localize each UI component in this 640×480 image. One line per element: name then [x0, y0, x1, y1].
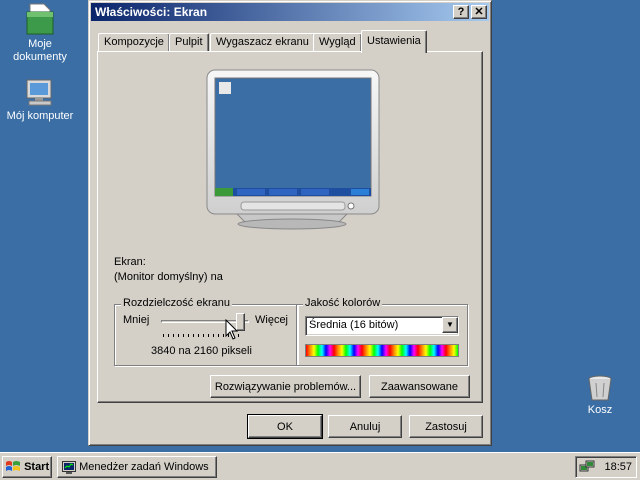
- advanced-button[interactable]: Zaawansowane: [369, 375, 470, 398]
- color-quality-group-label: Jakość kolorów: [303, 297, 383, 309]
- ok-button[interactable]: OK: [247, 414, 323, 439]
- task-button-task-manager[interactable]: Menedżer zadań Windows: [57, 456, 217, 478]
- mouse-cursor-icon: [225, 319, 239, 340]
- desktop-icon-recycle-bin[interactable]: Kosz: [560, 374, 640, 417]
- display-properties-dialog: Właściwości: Ekran ? ✕ Kompozycje Pulpit…: [88, 0, 492, 446]
- resolution-more-label: Więcej: [255, 314, 289, 326]
- tab-pulpit[interactable]: Pulpit: [169, 33, 209, 52]
- color-quality-selected: Średnia (16 bitów): [309, 319, 399, 331]
- tab-screensaver[interactable]: Wygaszacz ekranu: [210, 33, 315, 52]
- tab-settings[interactable]: Ustawienia: [361, 30, 427, 53]
- start-label: Start: [24, 461, 50, 473]
- taskbar: Start Menedżer zadań Windows 18:57: [0, 452, 640, 480]
- network-icon[interactable]: [579, 459, 595, 475]
- troubleshoot-button[interactable]: Rozwiązywanie problemów...: [210, 375, 361, 398]
- resolution-less-label: Mniej: [123, 314, 150, 326]
- cancel-button[interactable]: Anuluj: [328, 415, 402, 438]
- display-value: (Monitor domyślny) na: [114, 271, 223, 283]
- desktop-icon-label: Moje dokumenty: [13, 38, 67, 63]
- desktop-icon-my-documents[interactable]: Moje dokumenty: [0, 2, 80, 64]
- help-button[interactable]: ?: [453, 5, 469, 19]
- monitor-preview-icon: [206, 69, 380, 230]
- desktop-icon-label: Mój komputer: [6, 110, 74, 122]
- my-documents-icon: [26, 3, 54, 35]
- color-spectrum-bar: [305, 344, 459, 357]
- tab-appearance[interactable]: Wygląd: [313, 33, 362, 52]
- dialog-title: Właściwości: Ekran: [95, 5, 208, 19]
- resolution-group-label: Rozdzielczość ekranu: [121, 297, 232, 309]
- resolution-value: 3840 na 2160 pikseli: [151, 345, 252, 357]
- my-computer-icon: [26, 79, 52, 106]
- settings-panel: Ekran: (Monitor domyślny) na Rozdzielczo…: [97, 51, 483, 403]
- color-quality-group: Jakość kolorów Średnia (16 bitów) ▼: [296, 297, 468, 366]
- windows-logo-icon: [6, 461, 20, 471]
- close-button[interactable]: ✕: [471, 5, 487, 19]
- start-button[interactable]: Start: [2, 456, 52, 478]
- resolution-group: Rozdzielczość ekranu Mniej Więcej 3840 n…: [114, 297, 298, 366]
- display-label: Ekran:: [114, 256, 146, 268]
- task-label: Menedżer zadań Windows: [79, 461, 209, 474]
- task-manager-icon: [62, 460, 76, 474]
- title-bar[interactable]: Właściwości: Ekran ? ✕: [91, 3, 489, 21]
- recycle-bin-icon: [588, 375, 612, 401]
- tab-kompozycje[interactable]: Kompozycje: [98, 33, 170, 52]
- apply-button[interactable]: Zastosuj: [409, 415, 483, 438]
- color-quality-select[interactable]: Średnia (16 bitów) ▼: [305, 316, 459, 336]
- desktop-icon-my-computer[interactable]: Mój komputer: [0, 76, 80, 123]
- desktop-icon-label: Kosz: [587, 404, 613, 416]
- clock[interactable]: 18:57: [604, 461, 632, 473]
- chevron-down-icon[interactable]: ▼: [442, 317, 458, 333]
- system-tray: 18:57: [575, 456, 637, 478]
